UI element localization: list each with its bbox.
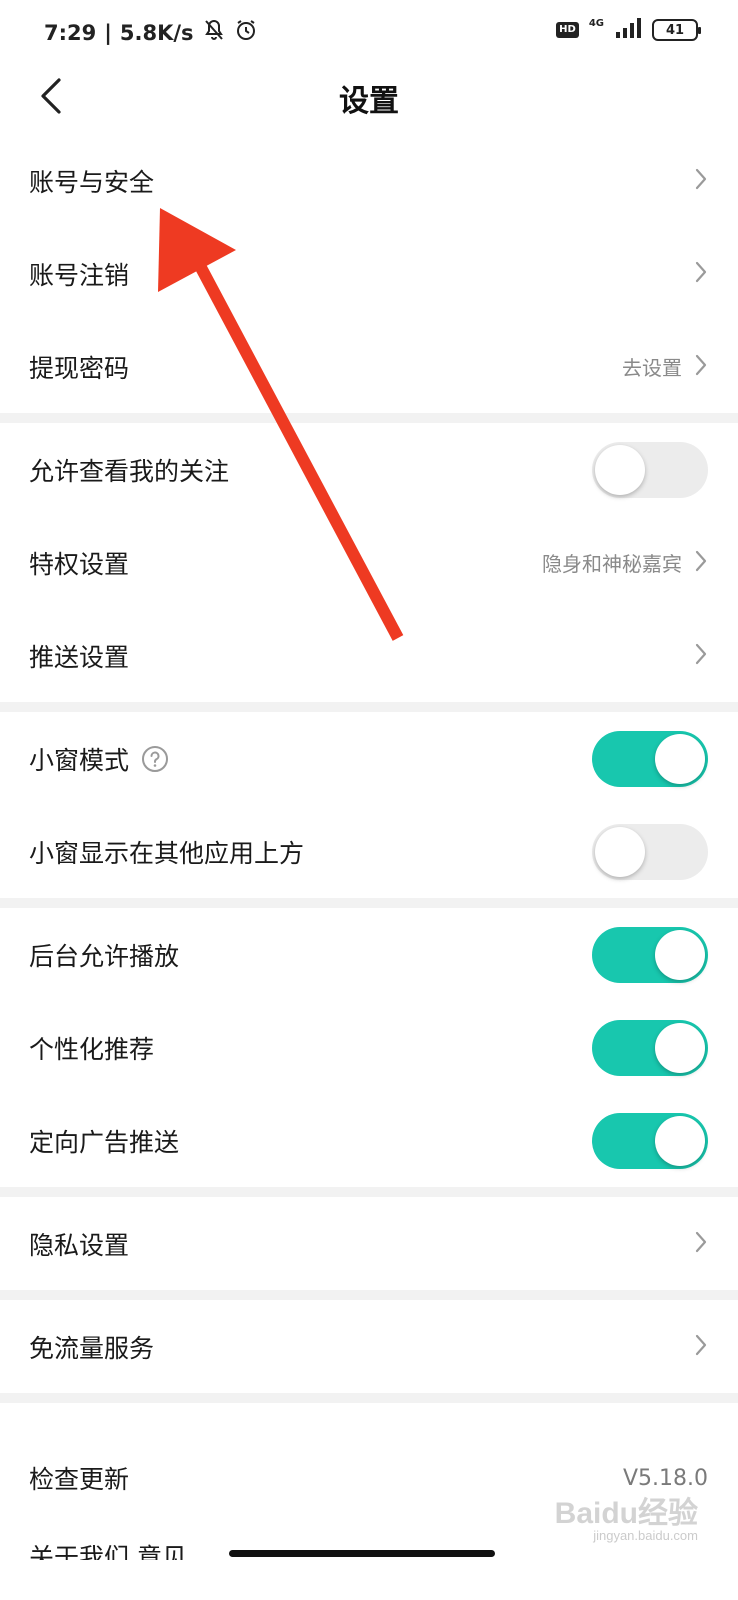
row-label: 检查更新 xyxy=(29,1465,130,1494)
chevron-right-icon xyxy=(694,1333,708,1361)
chevron-right-icon xyxy=(694,549,708,577)
chevron-right-icon xyxy=(694,167,708,195)
row-right: 隐身和神秘嘉宾 xyxy=(542,516,708,609)
row-background-play: 后台允许播放 xyxy=(0,908,738,1001)
allow-view-follows-toggle[interactable] xyxy=(592,441,708,498)
row-value: 隐身和神秘嘉宾 xyxy=(542,552,682,576)
row-label: 小窗显示在其他应用上方 xyxy=(29,838,305,868)
row-right xyxy=(592,423,708,516)
group-small-window: 小窗模式 小窗显示在其他应用上方 xyxy=(0,712,738,898)
row-label: 账号与安全 xyxy=(29,167,155,197)
row-label: 推送设置 xyxy=(29,642,130,672)
section-divider xyxy=(0,413,738,423)
row-free-data-service[interactable]: 免流量服务 xyxy=(0,1300,738,1393)
help-icon[interactable] xyxy=(141,745,169,773)
toggle-knob xyxy=(655,1022,705,1073)
row-right xyxy=(694,227,708,320)
row-account-cancel[interactable]: 账号注销 xyxy=(0,227,738,320)
chevron-right-icon xyxy=(694,642,708,670)
chevron-right-icon xyxy=(694,260,708,288)
row-label: 特权设置 xyxy=(29,549,130,579)
section-divider xyxy=(0,1290,738,1300)
bell-off-icon xyxy=(202,18,226,47)
section-divider xyxy=(0,1393,738,1403)
row-small-window-mode: 小窗模式 xyxy=(0,712,738,805)
group-account: 账号与安全 账号注销 提现密码 去设置 xyxy=(0,134,738,413)
row-right xyxy=(694,134,708,227)
row-right: 去设置 xyxy=(622,320,708,413)
toggle-knob xyxy=(655,733,705,784)
row-label: 个性化推荐 xyxy=(29,1034,155,1064)
row-push-settings[interactable]: 推送设置 xyxy=(0,609,738,702)
toggle-knob xyxy=(655,1115,705,1166)
section-divider xyxy=(0,898,738,908)
row-right xyxy=(592,908,708,1001)
watermark-url: jingyan.baidu.com xyxy=(593,1528,698,1543)
toggle-knob xyxy=(655,929,705,980)
row-right xyxy=(694,1197,708,1290)
row-account-security[interactable]: 账号与安全 xyxy=(0,134,738,227)
network-type: 4G xyxy=(588,18,604,29)
targeted-ads-toggle[interactable] xyxy=(592,1112,708,1169)
row-label: 提现密码 xyxy=(29,353,130,383)
row-right xyxy=(592,1094,708,1187)
row-targeted-ads: 定向广告推送 xyxy=(0,1094,738,1187)
signal-icon xyxy=(614,18,642,42)
row-right xyxy=(694,1300,708,1393)
row-allow-view-follows: 允许查看我的关注 xyxy=(0,423,738,516)
status-left: 7:29 | 5.8K/s xyxy=(44,18,258,47)
row-label: 免流量服务 xyxy=(29,1333,155,1363)
nav-bar: 设置 xyxy=(0,64,738,134)
personalized-recommend-toggle[interactable] xyxy=(592,1019,708,1076)
version-value: V5.18.0 xyxy=(622,1465,708,1491)
small-window-overlay-toggle[interactable] xyxy=(592,823,708,880)
battery-indicator: 41 xyxy=(652,19,701,41)
row-personalized-recommend: 个性化推荐 xyxy=(0,1001,738,1094)
row-label: 后台允许播放 xyxy=(29,941,180,971)
status-bar: 7:29 | 5.8K/s HD 4G 41 xyxy=(0,0,738,64)
chevron-right-icon xyxy=(694,1230,708,1258)
section-divider xyxy=(0,1187,738,1197)
row-value: 去设置 xyxy=(622,356,682,380)
row-right xyxy=(592,805,708,898)
group-privacy-visibility: 允许查看我的关注 特权设置 隐身和神秘嘉宾 推送设置 xyxy=(0,423,738,702)
row-right xyxy=(592,1001,708,1094)
row-label: 账号注销 xyxy=(29,260,130,290)
row-label: 隐私设置 xyxy=(29,1230,130,1260)
toggle-knob xyxy=(595,826,645,877)
row-about-partial[interactable]: 关于我们 意见 xyxy=(29,1530,187,1560)
home-indicator[interactable] xyxy=(229,1550,495,1557)
page-title: 设置 xyxy=(339,84,399,119)
hd-badge: HD xyxy=(556,22,579,38)
background-play-toggle[interactable] xyxy=(592,926,708,983)
row-privacy-settings[interactable]: 隐私设置 xyxy=(0,1197,738,1290)
row-label: 定向广告推送 xyxy=(29,1127,180,1157)
alarm-icon xyxy=(234,18,258,47)
status-separator: | xyxy=(104,20,112,45)
group-free-data: 免流量服务 xyxy=(0,1300,738,1393)
row-right xyxy=(592,712,708,805)
settings-list: 账号与安全 账号注销 提现密码 去设置 允许查看我的关注 特权设置 隐身和神秘嘉… xyxy=(0,134,738,1553)
row-right xyxy=(694,609,708,702)
section-divider xyxy=(0,702,738,712)
row-label: 小窗模式 xyxy=(29,745,130,775)
toggle-knob xyxy=(595,444,645,495)
status-right: HD 4G 41 xyxy=(556,18,701,42)
row-withdraw-password[interactable]: 提现密码 去设置 xyxy=(0,320,738,413)
group-privacy: 隐私设置 xyxy=(0,1197,738,1290)
chevron-right-icon xyxy=(694,353,708,381)
watermark-brand: Baidu经验 xyxy=(554,1497,698,1530)
row-privilege-settings[interactable]: 特权设置 隐身和神秘嘉宾 xyxy=(0,516,738,609)
group-playback: 后台允许播放 个性化推荐 定向广告推送 xyxy=(0,908,738,1187)
status-net-speed: 5.8K/s xyxy=(119,20,194,45)
status-time: 7:29 xyxy=(44,20,97,45)
small-window-mode-toggle[interactable] xyxy=(592,730,708,787)
row-small-window-overlay: 小窗显示在其他应用上方 xyxy=(0,805,738,898)
row-label: 允许查看我的关注 xyxy=(29,456,230,486)
